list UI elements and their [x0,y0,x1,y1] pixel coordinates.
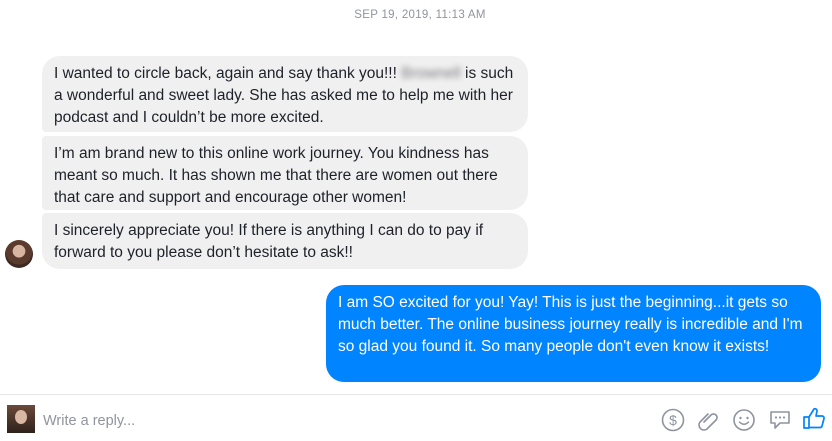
attach-icon[interactable] [696,407,722,433]
payment-icon[interactable]: $ [660,407,686,433]
message-text: I wanted to circle back, again and say t… [54,65,402,82]
outgoing-message-1[interactable]: I am SO excited for you! Yay! This is ju… [326,285,821,382]
sender-avatar[interactable] [5,240,33,268]
message-text: I sincerely appreciate you! If there is … [54,222,484,261]
emoji-icon[interactable] [731,407,757,433]
like-icon[interactable] [801,405,827,431]
reply-input[interactable] [43,411,543,431]
incoming-message-3[interactable]: I sincerely appreciate you! If there is … [42,213,528,269]
redacted-name: Brownell [401,65,461,82]
message-text: I am SO excited for you! Yay! This is ju… [338,294,803,355]
user-avatar [7,405,35,433]
svg-text:$: $ [669,412,677,428]
composer-divider [0,394,832,395]
sticker-icon[interactable] [767,407,793,433]
message-text: I’m am brand new to this online work jou… [54,145,498,206]
incoming-message-2[interactable]: I’m am brand new to this online work jou… [42,136,528,210]
conversation-timestamp: SEP 19, 2019, 11:13 AM [354,9,486,21]
incoming-message-1[interactable]: I wanted to circle back, again and say t… [42,56,528,132]
